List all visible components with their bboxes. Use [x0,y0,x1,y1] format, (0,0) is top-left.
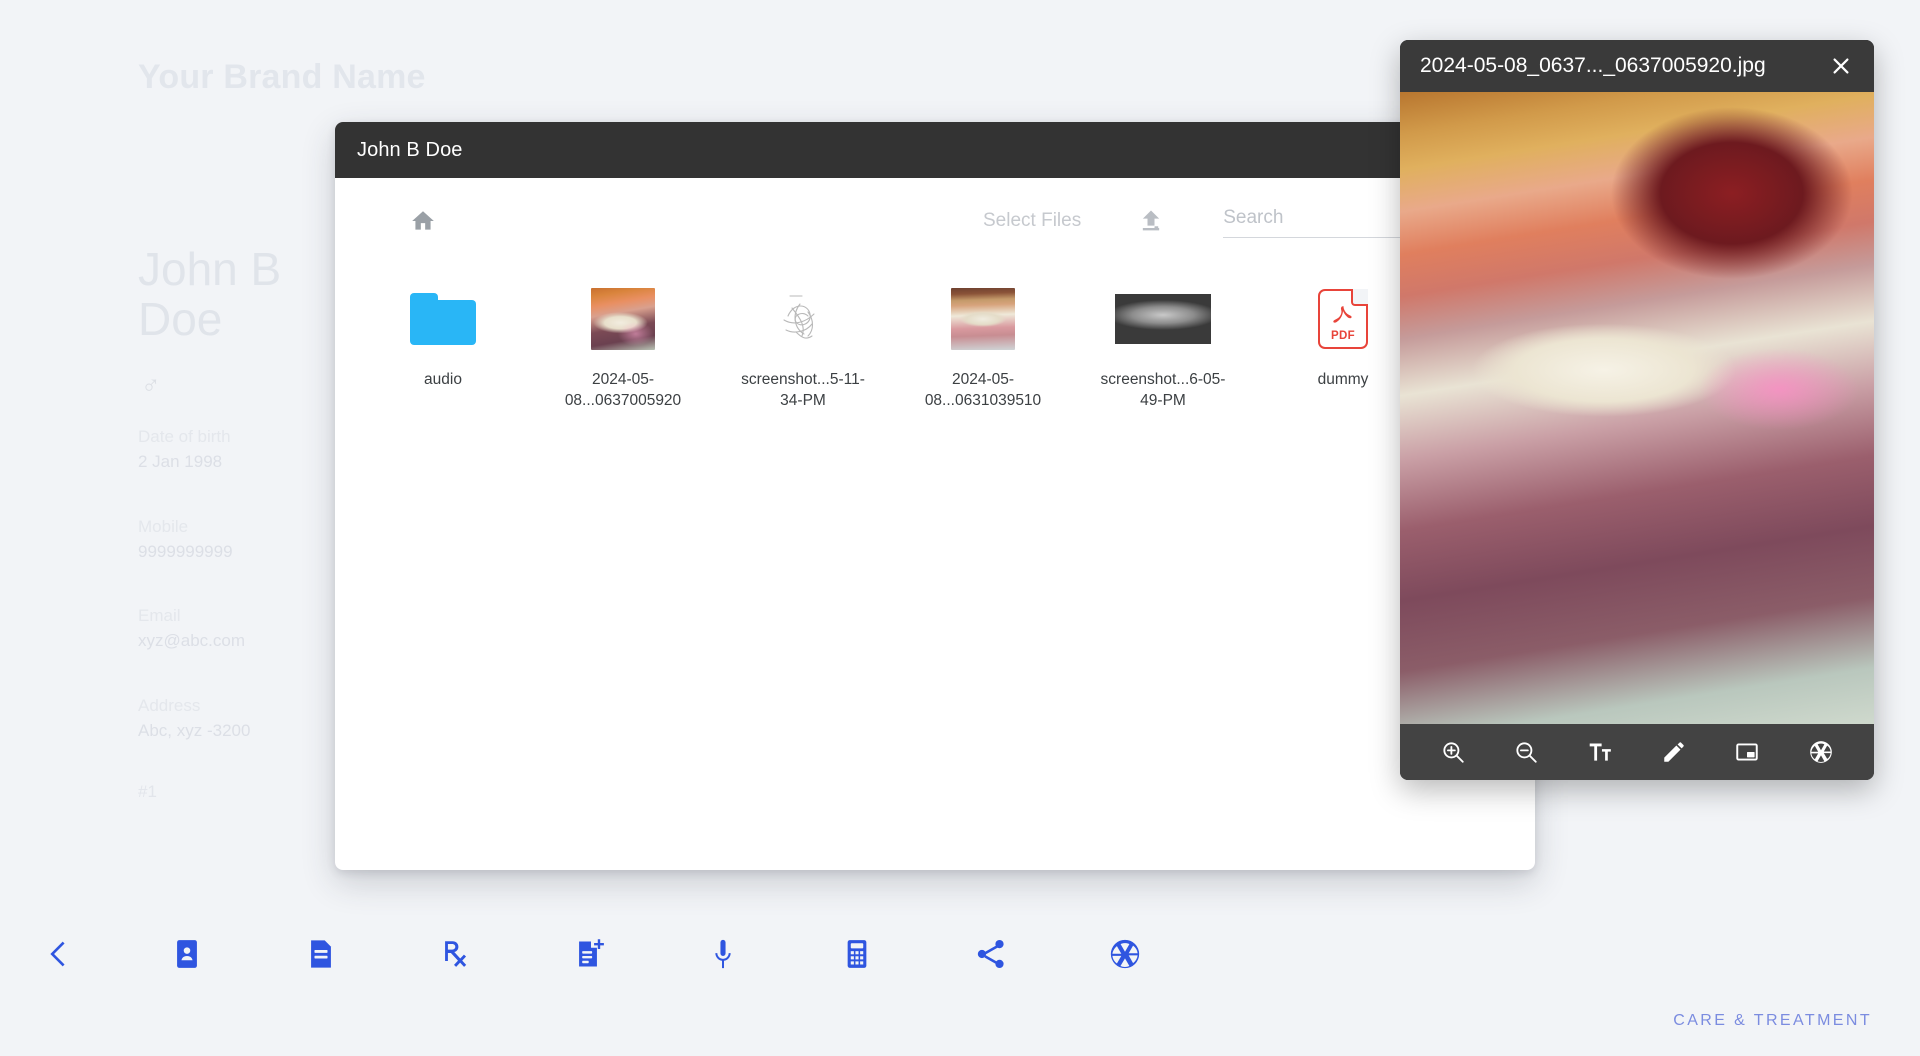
folder-icon [410,280,476,358]
xray-thumbnail-icon [1115,280,1211,358]
home-icon[interactable] [403,201,443,241]
file-label: 2024-05-08...0631039510 [924,371,1042,409]
patient-name: John B Doe [138,243,282,345]
file-manager-titlebar: John B Doe [335,122,1535,178]
image-viewer-canvas[interactable] [1400,92,1874,724]
file-manager-title: John B Doe [357,138,463,161]
file-label: dummy [1317,371,1369,388]
file-manager-dialog: John B Doe Select Files Search audio 202… [335,122,1535,870]
image-viewer-toolbar [1400,724,1874,780]
image-viewer-header: 2024-05-08_0637..._0637005920.jpg [1400,40,1874,92]
select-files-button[interactable]: Select Files [983,210,1081,232]
zoom-out-icon[interactable] [1505,731,1547,773]
file-label: screenshot...6-05-49-PM [1100,371,1226,409]
aperture-icon[interactable] [1800,731,1842,773]
file-label: audio [424,371,462,388]
upload-icon[interactable] [1129,199,1173,243]
file-manager-toolbar: Select Files [335,178,1535,264]
file-item-image[interactable]: screenshot...6-05-49-PM [1073,270,1253,412]
note-add-icon[interactable] [522,918,656,990]
contact-folder-icon[interactable] [120,918,254,990]
back-chevron-icon[interactable] [0,918,120,990]
brand-name: Your Brand Name [138,58,426,96]
file-item-folder[interactable]: audio [353,270,533,412]
male-symbol-icon: ♂ [141,370,161,400]
sketch-thumbnail-icon [770,280,836,358]
pdf-icon: PDF [1318,280,1368,358]
photo-thumbnail-icon [951,280,1015,358]
pdf-badge: PDF [1331,330,1355,342]
image-viewer: 2024-05-08_0637..._0637005920.jpg [1400,40,1874,780]
prescription-rx-icon[interactable] [388,918,522,990]
notes-folder-icon[interactable] [254,918,388,990]
image-viewer-title: 2024-05-08_0637..._0637005920.jpg [1420,54,1766,77]
photo-thumbnail-icon [591,280,655,358]
file-item-image[interactable]: screenshot...5-11-34-PM [713,270,893,412]
zoom-in-icon[interactable] [1432,731,1474,773]
patient-records-screen: Your Brand Name John B Doe ♂ Date of bir… [0,0,1920,1056]
aperture-icon[interactable] [1058,918,1192,990]
bottom-navigation [0,918,1300,990]
share-icon[interactable] [924,918,1058,990]
file-label: screenshot...5-11-34-PM [741,371,865,409]
picture-in-picture-icon[interactable] [1726,731,1768,773]
file-item-image[interactable]: 2024-05-08...0637005920 [533,270,713,412]
file-label: 2024-05-08...0637005920 [564,371,682,409]
file-item-image[interactable]: 2024-05-08...0631039510 [893,270,1073,412]
text-format-icon[interactable] [1579,731,1621,773]
pencil-icon[interactable] [1653,731,1695,773]
calculator-icon[interactable] [790,918,924,990]
close-icon[interactable] [1826,51,1856,81]
footer-tagline: CARE & TREATMENT [1673,1012,1872,1029]
file-grid: audio 2024-05-08...0637005920 screenshot… [335,264,1535,412]
microphone-icon[interactable] [656,918,790,990]
patient-serial-number: #1 [138,782,157,801]
